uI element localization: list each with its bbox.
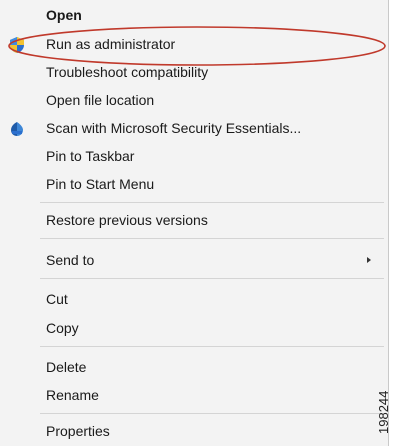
uac-shield-icon	[8, 35, 26, 53]
menu-item-properties[interactable]: Properties	[0, 417, 388, 445]
menu-item-open-file-location[interactable]: Open file location	[0, 86, 388, 114]
menu-item-scan-security-essentials-label: Scan with Microsoft Security Essentials.…	[46, 120, 302, 136]
menu-item-cut[interactable]: Cut	[0, 285, 388, 313]
menu-item-scan-security-essentials[interactable]: Scan with Microsoft Security Essentials.…	[0, 114, 388, 142]
menu-separator	[40, 202, 384, 203]
menu-item-pin-to-taskbar[interactable]: Pin to Taskbar	[0, 142, 388, 170]
security-essentials-icon	[8, 119, 26, 137]
menu-item-pin-to-start-menu-label: Pin to Start Menu	[46, 176, 155, 192]
menu-item-restore-previous-versions[interactable]: Restore previous versions	[0, 206, 388, 234]
menu-item-pin-to-taskbar-label: Pin to Taskbar	[46, 148, 135, 164]
menu-item-run-as-administrator-label: Run as administrator	[46, 36, 176, 52]
menu-item-send-to-label: Send to	[46, 252, 95, 268]
menu-item-open-label: Open	[46, 7, 82, 23]
figure-id-text: 198244	[376, 390, 391, 434]
menu-item-cut-label: Cut	[46, 291, 68, 307]
menu-item-copy-label: Copy	[46, 320, 79, 336]
menu-item-send-to[interactable]: Send to	[0, 246, 388, 274]
menu-separator	[40, 413, 384, 414]
menu-item-run-as-administrator[interactable]: Run as administrator	[0, 30, 388, 58]
context-menu: Open Run as administrator Troubleshoot c…	[0, 0, 389, 446]
menu-separator	[40, 346, 384, 347]
menu-item-delete-label: Delete	[46, 359, 87, 375]
menu-item-restore-previous-versions-label: Restore previous versions	[46, 212, 208, 228]
menu-item-properties-label: Properties	[46, 423, 110, 439]
menu-item-open-file-location-label: Open file location	[46, 92, 155, 108]
menu-separator	[40, 238, 384, 239]
menu-item-rename[interactable]: Rename	[0, 381, 388, 409]
menu-item-open[interactable]: Open	[0, 1, 388, 29]
menu-item-pin-to-start-menu[interactable]: Pin to Start Menu	[0, 170, 388, 198]
menu-item-rename-label: Rename	[46, 387, 99, 403]
figure-id-label: 198244	[366, 384, 400, 444]
menu-separator	[40, 278, 384, 279]
menu-item-copy[interactable]: Copy	[0, 314, 388, 342]
menu-item-delete[interactable]: Delete	[0, 353, 388, 381]
submenu-arrow-icon	[367, 257, 371, 263]
menu-item-troubleshoot-compatibility[interactable]: Troubleshoot compatibility	[0, 58, 388, 86]
menu-item-troubleshoot-compatibility-label: Troubleshoot compatibility	[46, 64, 209, 80]
